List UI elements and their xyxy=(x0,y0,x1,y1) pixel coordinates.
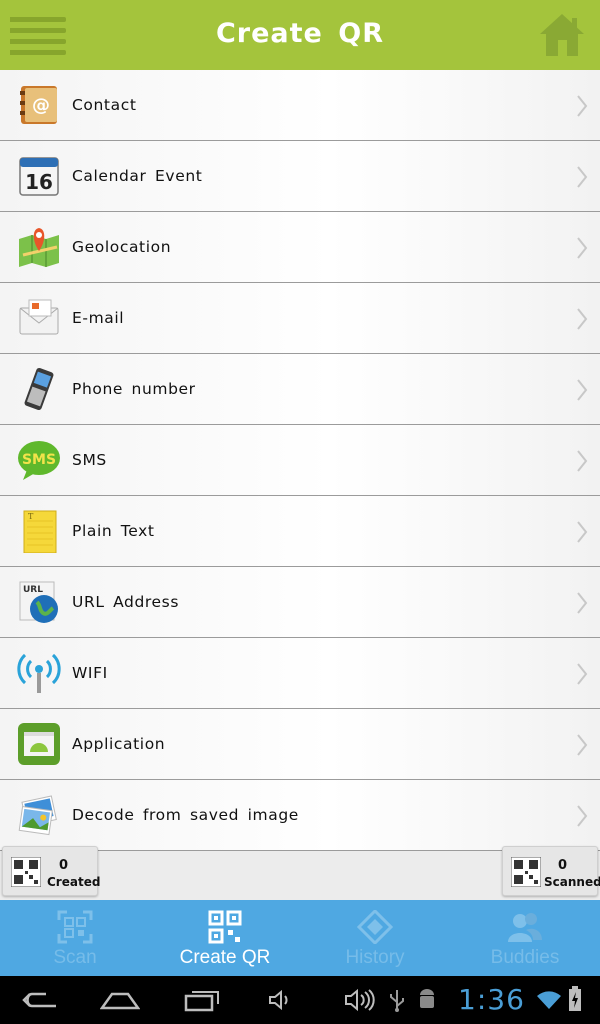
chevron-right-icon xyxy=(577,450,588,472)
android-app-icon xyxy=(17,722,61,766)
list-item-application[interactable]: Application xyxy=(0,709,600,780)
chevron-right-icon xyxy=(577,663,588,685)
chevron-right-icon xyxy=(577,166,588,188)
list-item-label: Application xyxy=(72,735,166,753)
sms-icon-text: SMS xyxy=(22,452,56,468)
list-item-email[interactable]: E-mail xyxy=(0,283,600,354)
notepad-icon: T xyxy=(17,509,61,554)
buddies-icon xyxy=(508,913,542,942)
list-item-calendar-event[interactable]: 16 Calendar Event xyxy=(0,141,600,212)
list-item-label: SMS xyxy=(72,451,107,469)
chevron-right-icon xyxy=(577,805,588,827)
chevron-right-icon xyxy=(577,734,588,756)
qr-code-icon xyxy=(511,857,541,887)
list-item-label: Calendar Event xyxy=(72,167,203,185)
android-debug-icon xyxy=(420,989,434,1008)
volume-down-icon[interactable] xyxy=(268,990,292,1010)
list-item-geolocation[interactable]: Geolocation xyxy=(0,212,600,283)
list-item-url-address[interactable]: URL URL Address xyxy=(0,567,600,638)
created-counter[interactable]: 0 Created xyxy=(2,846,101,896)
wifi-signal-icon xyxy=(537,991,561,1009)
contact-book-icon: @ xyxy=(17,83,61,127)
usb-icon xyxy=(390,990,404,1012)
tab-label: Buddies xyxy=(490,947,560,968)
list-item-label: E-mail xyxy=(72,309,125,327)
mobile-phone-icon xyxy=(17,367,61,411)
list-item-label: URL Address xyxy=(72,593,180,611)
qr-code-icon xyxy=(11,857,41,887)
calendar-icon: 16 xyxy=(17,154,61,198)
home-nav-icon[interactable] xyxy=(100,990,140,1010)
scanned-label: Scanned xyxy=(544,875,600,889)
scanned-count: 0 xyxy=(558,858,568,873)
tab-label: Scan xyxy=(53,947,97,968)
list-item-label: Decode from saved image xyxy=(72,806,299,824)
list-item-label: WIFI xyxy=(72,664,108,682)
tab-buddies[interactable]: Buddies xyxy=(450,900,600,976)
svg-text:@: @ xyxy=(32,95,50,116)
chevron-right-icon xyxy=(577,237,588,259)
list-item-label: Contact xyxy=(72,96,137,114)
globe-icon: URL xyxy=(17,580,61,624)
list-item-label: Geolocation xyxy=(72,238,172,256)
list-item-contact[interactable]: @ Contact xyxy=(0,70,600,141)
tab-scan[interactable]: Scan xyxy=(0,900,150,976)
list-item-label: Phone number xyxy=(72,380,196,398)
chevron-right-icon xyxy=(577,379,588,401)
chevron-right-icon xyxy=(577,95,588,117)
back-icon[interactable] xyxy=(22,990,58,1010)
list-item-label: Plain Text xyxy=(72,522,155,540)
app-header: Create QR xyxy=(0,0,600,70)
chevron-right-icon xyxy=(577,308,588,330)
list-item-decode-saved-image[interactable]: Decode from saved image xyxy=(0,780,600,851)
bottom-tab-bar: Scan Create QR History Buddies xyxy=(0,900,600,976)
battery-charging-icon xyxy=(569,986,581,1011)
list-item-phone-number[interactable]: Phone number xyxy=(0,354,600,425)
list-item-wifi[interactable]: WIFI xyxy=(0,638,600,709)
chevron-right-icon xyxy=(577,521,588,543)
status-clock: 1:36 xyxy=(458,983,525,1016)
envelope-icon xyxy=(17,296,61,340)
svg-text:T: T xyxy=(28,512,34,521)
page-title: Create QR xyxy=(215,18,385,49)
tab-label: Create QR xyxy=(179,947,271,968)
list-item-sms[interactable]: SMS SMS xyxy=(0,425,600,496)
volume-up-icon[interactable] xyxy=(344,988,376,1012)
map-pin-icon xyxy=(17,225,61,269)
url-icon-text: URL xyxy=(23,585,43,595)
recent-apps-icon[interactable] xyxy=(184,988,220,1012)
chevron-right-icon xyxy=(577,592,588,614)
tab-label: History xyxy=(345,947,405,968)
history-icon xyxy=(357,910,393,944)
created-count: 0 xyxy=(59,858,69,873)
photos-icon xyxy=(17,793,61,837)
create-qr-list: @ Contact 16 Calendar Event Geolocation … xyxy=(0,70,600,851)
system-navigation-bar: 1:36 xyxy=(0,976,600,1024)
home-icon[interactable] xyxy=(538,12,586,58)
scanned-counter[interactable]: 0 Scanned xyxy=(502,846,600,896)
list-item-plain-text[interactable]: T Plain Text xyxy=(0,496,600,567)
scan-icon xyxy=(57,910,93,944)
qr-code-icon xyxy=(208,910,242,944)
calendar-icon-text: 16 xyxy=(25,170,53,194)
tab-history[interactable]: History xyxy=(300,900,450,976)
created-label: Created xyxy=(47,875,101,889)
sms-bubble-icon: SMS xyxy=(17,438,61,482)
tab-create-qr[interactable]: Create QR xyxy=(150,900,300,976)
wifi-icon xyxy=(17,651,61,695)
